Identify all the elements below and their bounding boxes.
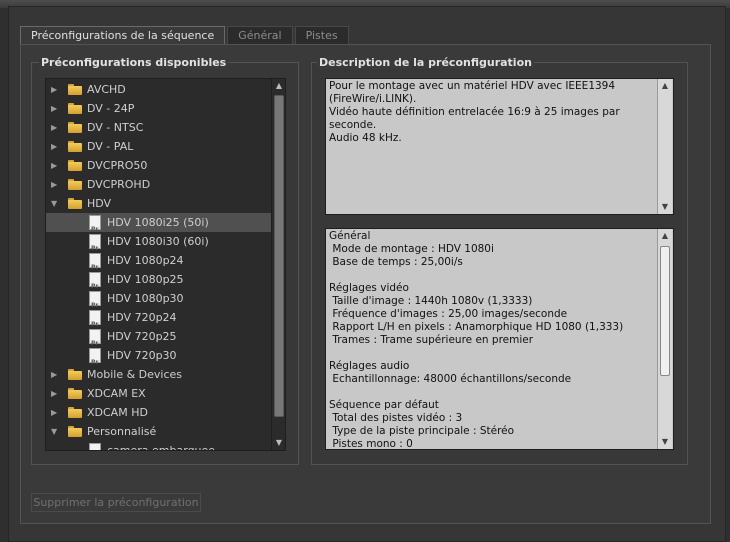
collapsed-arrow-icon[interactable]: ▶ bbox=[51, 384, 61, 403]
preset-item-label: HDV 1080p25 bbox=[107, 273, 184, 286]
preset-file-icon bbox=[89, 215, 101, 239]
folder-icon bbox=[68, 407, 82, 418]
preset-item[interactable]: HDV 1080i25 (50i) bbox=[46, 213, 271, 239]
preset-folder-label: Personnalisé bbox=[87, 425, 157, 438]
preset-folder-label: DV - PAL bbox=[87, 140, 134, 153]
preset-item[interactable]: HDV 1080p25 bbox=[46, 270, 271, 296]
preset-file-icon bbox=[89, 310, 101, 334]
expanded-arrow-icon[interactable]: ▼ bbox=[51, 422, 61, 441]
preset-item-label: HDV 1080p24 bbox=[107, 254, 184, 267]
preset-details-box: Général Mode de montage : HDV 1080i Base… bbox=[325, 228, 674, 450]
collapsed-arrow-icon[interactable]: ▶ bbox=[51, 99, 61, 118]
expanded-arrow-icon[interactable]: ▼ bbox=[51, 194, 61, 213]
preset-file-icon bbox=[89, 234, 101, 258]
folder-icon bbox=[68, 179, 82, 190]
collapsed-arrow-icon[interactable]: ▶ bbox=[51, 403, 61, 422]
available-presets-title: Préconfigurations disponibles bbox=[39, 56, 229, 69]
preset-file-icon bbox=[89, 253, 101, 277]
preset-folder-label: AVCHD bbox=[87, 83, 126, 96]
preset-tree-scrollbar[interactable]: ▲ ▼ bbox=[271, 79, 285, 450]
tab-tracks[interactable]: Pistes bbox=[294, 26, 349, 44]
preset-file-icon bbox=[89, 272, 101, 296]
collapsed-arrow-icon[interactable]: ▶ bbox=[51, 175, 61, 194]
preset-folder-label: Mobile & Devices bbox=[87, 368, 183, 381]
preset-folder[interactable]: ▶ DVCPRO50 bbox=[46, 156, 271, 175]
folder-icon bbox=[68, 388, 82, 399]
preset-details-text: Général Mode de montage : HDV 1080i Base… bbox=[329, 230, 624, 450]
summary-scrollbar[interactable]: ▲ ▼ bbox=[657, 79, 672, 214]
preset-item-label: HDV 1080i30 (60i) bbox=[107, 235, 209, 248]
preset-file-icon bbox=[89, 348, 101, 372]
preset-file-icon bbox=[89, 443, 101, 450]
scroll-thumb[interactable] bbox=[660, 246, 670, 376]
collapsed-arrow-icon[interactable]: ▶ bbox=[51, 365, 61, 384]
scroll-up-arrow-icon[interactable]: ▲ bbox=[272, 79, 285, 93]
collapsed-arrow-icon[interactable]: ▶ bbox=[51, 137, 61, 156]
preset-item[interactable]: HDV 720p25 bbox=[46, 327, 271, 353]
delete-preset-button[interactable]: Supprimer la préconfiguration bbox=[31, 493, 201, 512]
preset-folder[interactable]: ▶ Mobile & Devices bbox=[46, 365, 271, 384]
details-scrollbar[interactable]: ▲ ▼ bbox=[657, 229, 672, 449]
preset-file-icon bbox=[89, 329, 101, 353]
tab-general[interactable]: Général bbox=[227, 26, 293, 44]
preset-folder[interactable]: ▶ DV - PAL bbox=[46, 137, 271, 156]
folder-icon bbox=[68, 369, 82, 380]
folder-icon bbox=[68, 103, 82, 114]
preset-item[interactable]: HDV 720p24 bbox=[46, 308, 271, 334]
folder-icon bbox=[68, 198, 82, 209]
preset-folder-label: DVCPROHD bbox=[87, 178, 151, 191]
folder-icon bbox=[68, 122, 82, 133]
preset-folder-label: XDCAM EX bbox=[87, 387, 146, 400]
preset-item[interactable]: HDV 1080p30 bbox=[46, 289, 271, 315]
preset-folder-label: HDV bbox=[87, 197, 112, 210]
preset-folder[interactable]: ▶ XDCAM HD bbox=[46, 403, 271, 422]
preset-item-label: HDV 720p24 bbox=[107, 311, 177, 324]
collapsed-arrow-icon[interactable]: ▶ bbox=[51, 118, 61, 137]
preset-folder-label: XDCAM HD bbox=[87, 406, 148, 419]
scroll-up-arrow-icon[interactable]: ▲ bbox=[658, 79, 672, 93]
preset-folder[interactable]: ▼ HDV bbox=[46, 194, 271, 213]
preset-folder-label: DVCPRO50 bbox=[87, 159, 148, 172]
preset-item-label: HDV 1080p30 bbox=[107, 292, 184, 305]
collapsed-arrow-icon[interactable]: ▶ bbox=[51, 156, 61, 175]
preset-folder[interactable]: ▼ Personnalisé bbox=[46, 422, 271, 441]
folder-icon bbox=[68, 426, 82, 437]
collapsed-arrow-icon[interactable]: ▶ bbox=[51, 80, 61, 99]
preset-item[interactable]: camera embarquee bbox=[46, 441, 271, 451]
preset-folder[interactable]: ▶ DV - 24P bbox=[46, 99, 271, 118]
preset-item[interactable]: HDV 720p30 bbox=[46, 346, 271, 372]
preset-item-label: HDV 1080i25 (50i) bbox=[107, 216, 209, 229]
folder-icon bbox=[68, 84, 82, 95]
preset-item-label: camera embarquee bbox=[107, 444, 216, 451]
preset-summary-text: Pour le montage avec un matériel HDV ave… bbox=[329, 80, 620, 144]
preset-folder[interactable]: ▶ XDCAM EX bbox=[46, 384, 271, 403]
preset-summary-box: Pour le montage avec un matériel HDV ave… bbox=[325, 78, 674, 215]
preset-item[interactable]: HDV 1080i30 (60i) bbox=[46, 232, 271, 258]
preset-folder[interactable]: ▶ DV - NTSC bbox=[46, 118, 271, 137]
preset-file-icon bbox=[89, 291, 101, 315]
scroll-down-arrow-icon[interactable]: ▼ bbox=[272, 436, 285, 450]
scroll-thumb[interactable] bbox=[274, 95, 284, 417]
preset-description-title: Description de la préconfiguration bbox=[317, 56, 534, 69]
preset-item[interactable]: HDV 1080p24 bbox=[46, 251, 271, 277]
scroll-up-arrow-icon[interactable]: ▲ bbox=[658, 229, 672, 243]
folder-icon bbox=[68, 160, 82, 171]
preset-folder-label: DV - NTSC bbox=[87, 121, 144, 134]
preset-folder[interactable]: ▶ DVCPROHD bbox=[46, 175, 271, 194]
folder-icon bbox=[68, 141, 82, 152]
scroll-down-arrow-icon[interactable]: ▼ bbox=[658, 200, 672, 214]
preset-item-label: HDV 720p30 bbox=[107, 349, 177, 362]
preset-folder-label: DV - 24P bbox=[87, 102, 135, 115]
scroll-down-arrow-icon[interactable]: ▼ bbox=[658, 435, 672, 449]
preset-folder[interactable]: ▶ AVCHD bbox=[46, 80, 271, 99]
tab-bar: Préconfigurations de la séquence Général… bbox=[20, 26, 351, 45]
tab-sequence-presets[interactable]: Préconfigurations de la séquence bbox=[20, 26, 226, 45]
preset-item-label: HDV 720p25 bbox=[107, 330, 177, 343]
preset-tree[interactable]: ▶ AVCHD ▶ DV - 24P ▶ DV - NTSC ▶ DV - PAL ▶ DVCPR… bbox=[45, 78, 286, 451]
